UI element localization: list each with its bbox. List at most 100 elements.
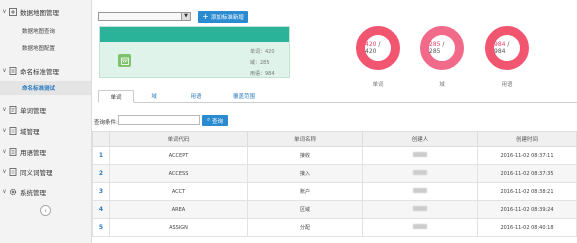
row-creator [362,182,478,201]
summary-stat-terms: 用语：984 [250,71,275,77]
col-header-index [92,131,110,147]
chevron-down-icon: ∨ [2,188,7,195]
summary-stat-domains: 域：285 [250,60,270,66]
row-creator [362,218,478,237]
col-header-creator[interactable]: 创建人 [362,131,478,147]
chevron-down-icon: ∨ [2,67,7,74]
tab-words[interactable]: 单词 [98,90,134,103]
sidebar-group-word[interactable]: ∨ 单词管理 [0,102,91,117]
tab-coverage[interactable]: 覆盖范围 [226,90,262,101]
sidebar-item-label: 命名标准测试 [22,86,56,92]
chevron-down-icon: ∨ [2,127,7,134]
chevron-down-icon: ∨ [2,8,7,15]
redacted-creator [413,206,427,211]
row-name: 区域 [247,200,363,219]
word-icon [9,105,17,114]
col-header-name[interactable]: 单词名称 [247,131,363,147]
sidebar-item-label: 数据地图配置 [22,46,56,52]
row-creator [362,146,478,165]
doc-icon [9,66,17,75]
donut-terms-label: 用语 [501,82,513,88]
search-icon: ⌕ [206,117,211,123]
scope-select[interactable]: ▼ [98,12,191,21]
table-row[interactable]: 1 ACCEPT 接收 2016-11-02 08:37:11 [92,146,577,165]
row-time: 2016-11-02 08:37:35 [477,164,577,183]
chevron-down-icon: ▼ [181,13,190,20]
row-code: ASSIGN [109,218,248,237]
col-header-code[interactable]: 单词代码 [109,131,248,147]
query-button-label: 查询 [212,118,224,125]
main-content: ▼ + 添加标准新增 单词：420 域：285 用语：984 420 / 420… [92,0,577,243]
row-name: 分配 [247,218,363,237]
row-time: 2016-11-02 08:37:11 [477,146,577,165]
row-code: ACCT [109,182,248,201]
calendar-icon [118,54,131,67]
sidebar-group-system[interactable]: ∨ 系统管理 [0,184,91,199]
redacted-creator [413,224,427,229]
redacted-creator [413,152,427,157]
sidebar-group-naming-standard[interactable]: ∨ 命名标准管理 [0,63,91,78]
sidebar-group-label: 同义词管理 [20,168,53,177]
sidebar-item-data-map-query[interactable]: 数据地图查询 [0,24,91,38]
row-name: 接收 [247,146,363,165]
sidebar-group-label: 系统管理 [20,188,46,197]
sidebar-group-label: 用语管理 [20,148,46,157]
sidebar: ∨ 数据地图管理 数据地图查询 数据地图配置 ∨ 命名标准管理 命名标准测试 ∨… [0,0,92,243]
row-index: 2 [92,164,110,183]
sidebar-group-synonym[interactable]: ∨ 同义词管理 [0,164,91,179]
row-time: 2016-11-02 08:39:24 [477,200,577,219]
row-time: 2016-11-02 08:38:21 [477,182,577,201]
row-index: 1 [92,146,110,165]
col-header-time[interactable]: 创建时间 [477,131,577,147]
row-index: 5 [92,218,110,237]
donut-words-label: 单词 [372,82,384,88]
sidebar-group-label: 域管理 [20,127,40,136]
chevron-down-icon: ∨ [2,106,7,113]
sidebar-collapse-button[interactable]: ‹ [40,205,51,216]
sidebar-group-label: 单词管理 [20,106,46,115]
synonym-icon [9,167,17,176]
row-code: AREA [109,200,248,219]
sidebar-item-label: 数据地图查询 [22,29,56,35]
table-header-row: 单词代码 单词名称 创建人 创建时间 [92,131,577,147]
add-standard-button[interactable]: + 添加标准新增 [198,11,248,23]
donut-terms: 984 / 984 [485,26,529,70]
tab-domains[interactable]: 域 [144,90,164,101]
domain-icon [9,126,17,135]
redacted-creator [413,170,427,175]
table-row[interactable]: 5 ASSIGN 分配 2016-11-02 08:40:18 [92,218,577,237]
sidebar-group-data-map[interactable]: ∨ 数据地图管理 [0,4,91,19]
chevron-down-icon: ∨ [2,168,7,175]
sidebar-item-naming-test[interactable]: 命名标准测试 [0,81,91,95]
redacted-creator [413,188,427,193]
words-table: 单词代码 单词名称 创建人 创建时间 1 ACCEPT 接收 2016-11-0… [92,131,577,237]
row-index: 3 [92,182,110,201]
row-creator [362,164,478,183]
term-icon [9,147,17,156]
table-row[interactable]: 2 ACCESS 接入 2016-11-02 08:37:35 [92,164,577,183]
add-standard-label: 添加标准新增 [210,15,244,21]
sidebar-group-term[interactable]: ∨ 用语管理 [0,144,91,159]
row-name: 账户 [247,182,363,201]
row-time: 2016-11-02 08:40:18 [477,218,577,237]
query-button[interactable]: ⌕ 查询 [202,115,228,126]
sidebar-group-label: 数据地图管理 [20,8,59,17]
query-input[interactable] [118,115,200,125]
row-name: 接入 [247,164,363,183]
plus-icon: + [202,12,209,21]
tab-bar: 单词 域 用语 覆盖范围 [98,90,577,103]
table-row[interactable]: 3 ACCT 账户 2016-11-02 08:38:21 [92,182,577,201]
row-code: ACCESS [109,164,248,183]
tab-terms[interactable]: 用语 [184,90,208,101]
table-row[interactable]: 4 AREA 区域 2016-11-02 08:39:24 [92,200,577,219]
summary-stat-words: 单词：420 [250,49,275,55]
donut-domains-label: 域 [439,82,445,88]
summary-card: 单词：420 域：285 用语：984 [99,26,290,78]
sidebar-group-domain[interactable]: ∨ 域管理 [0,123,91,138]
sidebar-item-data-map-config[interactable]: 数据地图配置 [0,41,91,55]
sidebar-group-label: 命名标准管理 [20,67,59,76]
map-icon [9,7,17,16]
query-label: 查询条件: [94,120,118,126]
donut-domains-value: 285 / 285 [429,41,445,55]
gear-icon [9,188,17,196]
